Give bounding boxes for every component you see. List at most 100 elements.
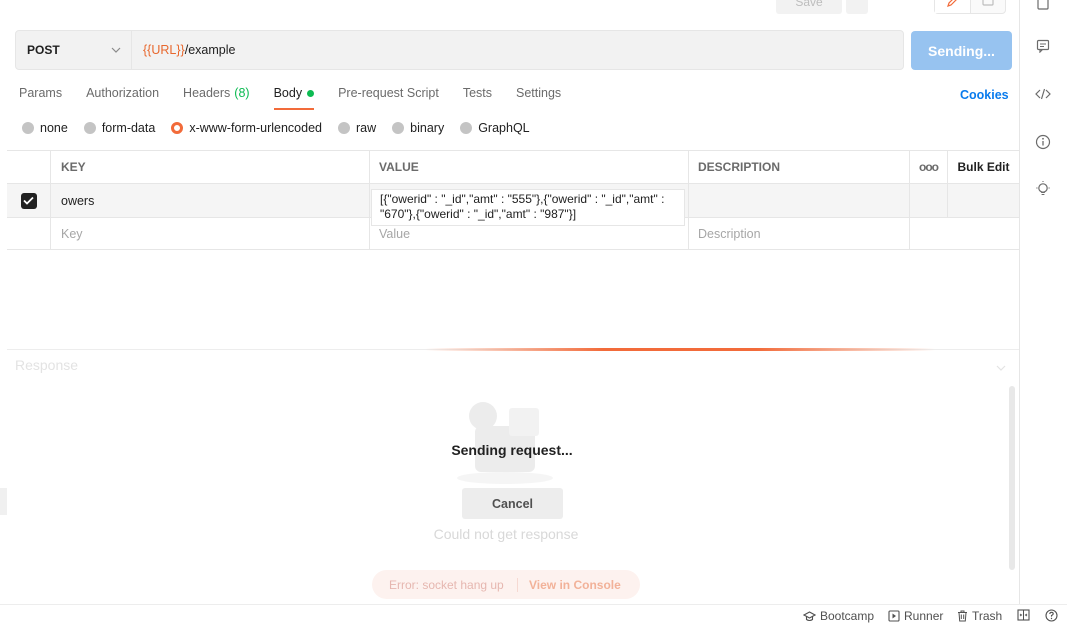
radio-none[interactable]: none xyxy=(22,121,68,135)
radio-form-data[interactable]: form-data xyxy=(83,121,156,135)
tab-settings-label: Settings xyxy=(516,86,562,100)
help-button[interactable] xyxy=(1045,609,1062,622)
tab-body[interactable]: Body xyxy=(273,84,315,110)
runner-label: Runner xyxy=(904,609,944,623)
tab-prerequest-label: Pre-request Script xyxy=(338,86,439,100)
new-row-bulk-cell xyxy=(948,218,1019,249)
radio-binary-label: binary xyxy=(410,121,445,135)
tab-headers[interactable]: Headers (8) xyxy=(183,84,250,110)
send-button[interactable]: Sending... xyxy=(911,31,1012,70)
new-key-input[interactable]: Key xyxy=(51,218,370,249)
radio-graphql[interactable]: GraphQL xyxy=(460,121,530,135)
table-header-row: KEY VALUE DESCRIPTION ooo Bulk Edit xyxy=(7,150,1019,184)
new-description-input[interactable]: Description xyxy=(689,218,910,249)
error-message: Error: socket hang up xyxy=(372,577,518,592)
trash-icon xyxy=(958,610,967,622)
tab-tests-label: Tests xyxy=(462,86,492,100)
url-variable: {{URL}} xyxy=(143,43,185,57)
body-indicator-dot xyxy=(307,90,315,97)
save-options-button[interactable] xyxy=(846,0,868,14)
chevron-down-icon[interactable] xyxy=(996,360,1006,374)
send-label: Sending... xyxy=(928,42,995,59)
code-icon[interactable] xyxy=(1034,85,1052,103)
tab-settings[interactable]: Settings xyxy=(516,84,561,110)
row-checkbox-cell xyxy=(7,184,51,217)
response-scrollbar[interactable] xyxy=(1009,386,1015,570)
radio-indicator xyxy=(460,122,473,134)
url-input[interactable]: {{URL}}/example xyxy=(132,43,235,57)
column-key: KEY xyxy=(51,151,370,183)
comment-mode-button[interactable] xyxy=(971,0,1006,13)
radio-indicator-selected xyxy=(171,122,184,134)
method-label: POST xyxy=(27,43,60,57)
save-label: Save xyxy=(795,0,823,9)
row-bulk-cell xyxy=(948,184,1019,217)
url-bar: POST {{URL}}/example xyxy=(15,30,904,70)
tab-tests[interactable]: Tests xyxy=(463,84,492,110)
help-icon xyxy=(1045,609,1058,622)
astronaut-illustration-icon xyxy=(457,402,553,484)
comment-icon xyxy=(982,0,994,6)
save-button[interactable]: Save xyxy=(776,0,842,14)
request-title-bar: Save xyxy=(0,0,1019,22)
documentation-icon[interactable] xyxy=(1034,0,1052,12)
tab-body-label: Body xyxy=(273,86,303,100)
headers-count: (8) xyxy=(234,86,250,100)
mode-toggle[interactable] xyxy=(934,0,1006,14)
chevron-down-icon xyxy=(111,45,121,56)
header-checkbox-cell xyxy=(7,151,51,183)
radio-binary[interactable]: binary xyxy=(392,121,444,135)
radio-urlencoded-label: x-www-form-urlencoded xyxy=(189,121,322,135)
ellipsis-icon: ooo xyxy=(919,160,939,174)
view-in-console-link[interactable]: View in Console xyxy=(518,578,621,592)
bulk-edit-button[interactable]: Bulk Edit xyxy=(948,151,1019,183)
tab-authorization-label: Authorization xyxy=(86,86,160,100)
body-type-selector: none form-data x-www-form-urlencoded raw… xyxy=(22,121,546,135)
radio-urlencoded[interactable]: x-www-form-urlencoded xyxy=(171,121,322,135)
tab-params[interactable]: Params xyxy=(19,84,62,110)
cancel-label: Cancel xyxy=(492,496,533,511)
row-checkbox[interactable] xyxy=(20,192,37,209)
trash-button[interactable]: Trash xyxy=(957,609,1002,623)
key-cell[interactable]: owers xyxy=(51,184,370,217)
cancel-button[interactable]: Cancel xyxy=(462,488,563,519)
runner-icon xyxy=(888,610,900,622)
cookies-link[interactable]: Cookies xyxy=(960,88,1009,102)
bootcamp-button[interactable]: Bootcamp xyxy=(803,609,874,623)
more-options-button[interactable]: ooo xyxy=(910,151,948,183)
request-tabs: Params Authorization Headers (8) Body Pre… xyxy=(19,84,585,110)
bootcamp-label: Bootcamp xyxy=(820,609,875,623)
status-bar: Bootcamp Runner Trash xyxy=(0,604,1067,625)
loading-progress-bar xyxy=(425,348,935,351)
radio-raw[interactable]: raw xyxy=(338,121,376,135)
radio-form-data-label: form-data xyxy=(101,121,156,135)
two-pane-toggle[interactable] xyxy=(1017,609,1034,621)
checkmark-icon xyxy=(23,196,34,205)
value-editor[interactable]: [{"owerid" : "_id","amt" : "555"},{"ower… xyxy=(371,189,685,226)
radio-indicator xyxy=(22,122,34,134)
sidebar-resize-handle[interactable] xyxy=(0,488,7,515)
tab-headers-label: Headers xyxy=(183,86,231,100)
url-path: /example xyxy=(184,43,236,57)
comments-icon[interactable] xyxy=(1034,37,1052,55)
two-pane-icon xyxy=(1017,609,1030,621)
edit-mode-button[interactable] xyxy=(935,0,971,13)
sending-request-text: Sending request... xyxy=(451,442,573,458)
lightbulb-icon[interactable] xyxy=(1034,180,1052,198)
radio-none-label: none xyxy=(40,121,68,135)
column-value: VALUE xyxy=(370,151,689,183)
info-icon[interactable] xyxy=(1034,133,1052,151)
radio-indicator xyxy=(392,122,405,134)
method-select[interactable]: POST xyxy=(16,31,132,69)
radio-indicator xyxy=(83,122,96,134)
radio-raw-label: raw xyxy=(356,121,377,135)
tab-authorization[interactable]: Authorization xyxy=(86,84,159,110)
description-cell[interactable] xyxy=(689,184,910,217)
graduation-cap-icon xyxy=(803,610,816,621)
row-more-cell xyxy=(910,184,948,217)
tab-prerequest-script[interactable]: Pre-request Script xyxy=(338,84,439,110)
runner-button[interactable]: Runner xyxy=(888,609,943,623)
new-row-checkbox-cell xyxy=(7,218,51,249)
response-label: Response xyxy=(15,357,79,373)
trash-label: Trash xyxy=(972,609,1003,623)
